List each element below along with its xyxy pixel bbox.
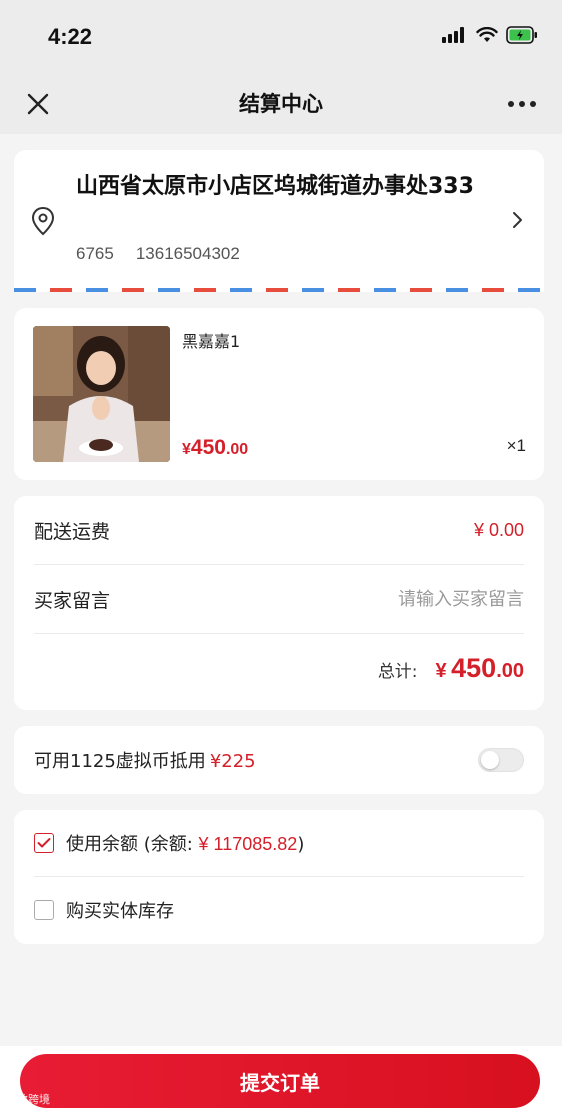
- balance-amount: ¥ 117085.82: [198, 834, 298, 854]
- shipping-row: 配送运费 ¥ 0.00: [34, 496, 524, 564]
- watermark: 大数跨境: [6, 1093, 50, 1106]
- signal-icon: [442, 27, 464, 43]
- product-image[interactable]: [33, 326, 170, 462]
- coin-toggle[interactable]: [478, 748, 524, 772]
- coin-label: 可用1125虚拟币抵用 ¥225: [34, 751, 256, 772]
- recipient-name: 6765: [76, 244, 114, 263]
- total-amount: ¥ 450.00: [435, 652, 524, 683]
- buy-stock-label: 购买实体库存: [66, 901, 174, 922]
- status-icons: [442, 26, 538, 44]
- shipping-label: 配送运费: [34, 520, 111, 543]
- more-icon[interactable]: [506, 90, 538, 118]
- submit-order-button[interactable]: 提交订单: [20, 1054, 540, 1108]
- use-balance-row[interactable]: 使用余额 (余额: ¥ 117085.82): [34, 810, 524, 876]
- coin-amount: ¥225: [209, 751, 256, 772]
- coin-row: 可用1125虚拟币抵用 ¥225: [34, 726, 524, 794]
- message-label: 买家留言: [34, 589, 111, 612]
- address-line: 山西省太原市小店区坞城街道办事处333: [76, 174, 474, 199]
- product-price: ¥450.00: [182, 436, 249, 459]
- page-title: 结算中心: [239, 92, 323, 116]
- coin-card: 可用1125虚拟币抵用 ¥225: [14, 726, 544, 794]
- address-card[interactable]: 山西省太原市小店区坞城街道办事处333 6765 13616504302: [14, 150, 544, 292]
- product-quantity: ×1: [506, 436, 526, 455]
- wifi-icon: [476, 27, 498, 42]
- toggle-knob: [481, 751, 499, 769]
- product-name: 黑嘉嘉1: [182, 332, 241, 351]
- options-card: 使用余额 (余额: ¥ 117085.82) 购买实体库存: [14, 810, 544, 944]
- status-bar: 4:22: [0, 0, 562, 74]
- buyer-message-input[interactable]: [284, 588, 524, 610]
- footer: 提交订单: [0, 1046, 562, 1111]
- use-balance-checkbox[interactable]: [34, 833, 54, 853]
- airmail-border: [14, 288, 544, 292]
- total-label: 总计:: [377, 661, 418, 682]
- address-contact: 6765 13616504302: [76, 244, 240, 264]
- location-pin-icon: [31, 206, 55, 236]
- fee-card: 配送运费 ¥ 0.00 买家留言 总计: ¥ 450.00: [14, 496, 544, 710]
- status-time: 4:22: [48, 24, 93, 49]
- battery-icon: [506, 26, 537, 44]
- nav-bar: 结算中心: [0, 74, 562, 134]
- check-icon: [37, 838, 51, 848]
- product-card: 黑嘉嘉1 ¥450.00 ×1: [14, 308, 544, 480]
- use-balance-label: 使用余额 (余额: ¥ 117085.82): [66, 834, 305, 855]
- shipping-value: ¥ 0.00: [473, 519, 524, 540]
- buy-stock-checkbox[interactable]: [34, 900, 54, 920]
- recipient-phone: 13616504302: [135, 244, 240, 263]
- buy-stock-row[interactable]: 购买实体库存: [34, 877, 524, 943]
- total-row: 总计: ¥ 450.00: [34, 634, 524, 702]
- message-row: 买家留言: [34, 565, 524, 633]
- chevron-right-icon: [513, 212, 522, 228]
